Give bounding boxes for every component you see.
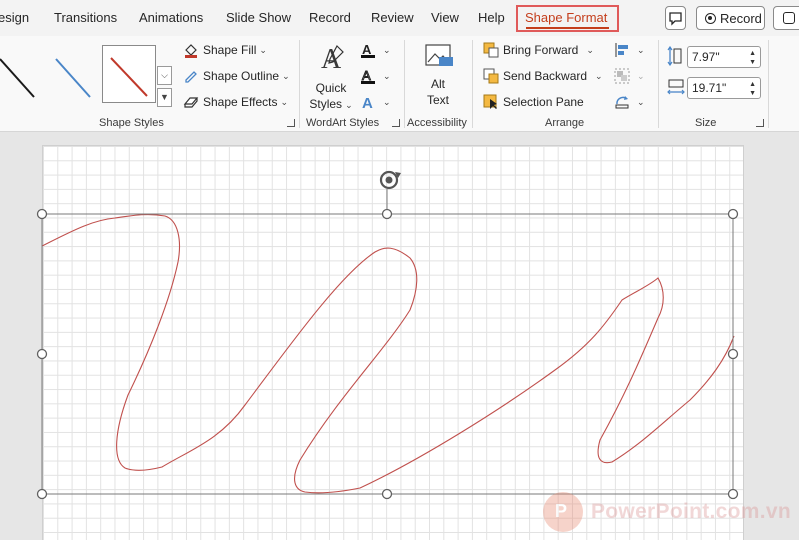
resize-handle-right[interactable] xyxy=(727,348,739,360)
resize-handle-top-left[interactable] xyxy=(36,208,48,220)
watermark: P PowerPoint.com.vn xyxy=(543,490,793,534)
resize-handle-bottom-left[interactable] xyxy=(36,488,48,500)
watermark-text: PowerPoint.com.vn xyxy=(591,500,791,523)
resize-handle-bottom[interactable] xyxy=(381,488,393,500)
resize-handle-top[interactable] xyxy=(381,208,393,220)
selection-frame xyxy=(41,213,734,495)
freeform-scribble-shape[interactable] xyxy=(41,213,735,494)
powerpoint-logo-icon: P xyxy=(543,492,583,532)
selection-overlay xyxy=(36,170,739,500)
resize-handle-top-right[interactable] xyxy=(727,208,739,220)
resize-handle-left[interactable] xyxy=(36,348,48,360)
rotate-handle-icon[interactable] xyxy=(379,170,401,190)
